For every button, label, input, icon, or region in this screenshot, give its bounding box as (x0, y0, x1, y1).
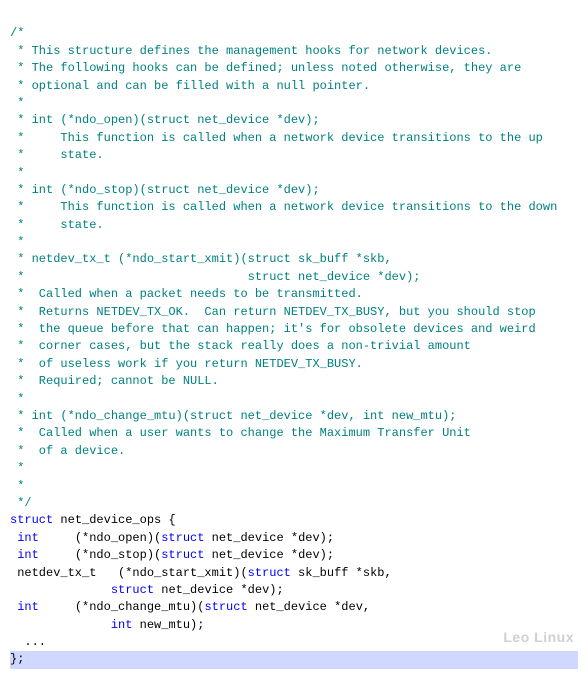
keyword-int: int (17, 600, 39, 614)
keyword-int: int (111, 618, 133, 632)
comment-line: * int (*ndo_change_mtu)(struct net_devic… (10, 409, 456, 423)
comment-open: /* (10, 26, 24, 40)
fn-xmit-arg1: sk_buff *skb, (291, 566, 392, 580)
comment-line: * optional and can be filled with a null… (10, 79, 370, 93)
comment-line: * (10, 166, 24, 180)
comment-line: * (10, 479, 24, 493)
fn-xmit-arg2: net_device *dev); (154, 583, 284, 597)
fn-xmit: netdev_tx_t (*ndo_start_xmit)( (10, 566, 248, 580)
keyword-struct: struct (10, 513, 53, 527)
comment-line: * int (*ndo_open)(struct net_device *dev… (10, 113, 320, 127)
comment-line: * Called when a user wants to change the… (10, 426, 471, 440)
comment-line: * This function is called when a network… (10, 131, 543, 145)
ellipsis: ... (10, 635, 46, 649)
comment-line: * the queue before that can happen; it's… (10, 322, 536, 336)
code-block: /* * This structure defines the manageme… (10, 8, 578, 669)
fn-mtu: (*ndo_change_mtu)( (39, 600, 205, 614)
keyword-struct: struct (111, 583, 154, 597)
comment-line: * Called when a packet needs to be trans… (10, 287, 363, 301)
comment-line: * struct net_device *dev); (10, 270, 420, 284)
comment-line: * corner cases, but the stack really doe… (10, 339, 471, 353)
comment-line: * state. (10, 218, 104, 232)
fn-open: (*ndo_open)( (39, 531, 161, 545)
comment-line: * netdev_tx_t (*ndo_start_xmit)(struct s… (10, 252, 392, 266)
comment-line: * (10, 235, 24, 249)
keyword-int: int (17, 531, 39, 545)
comment-line: * (10, 392, 24, 406)
fn-stop: (*ndo_stop)( (39, 548, 161, 562)
comment-line: * of a device. (10, 444, 125, 458)
struct-end: }; (10, 652, 24, 666)
fn-mtu-arg2: new_mtu); (132, 618, 204, 632)
fn-mtu-arg1: net_device *dev, (248, 600, 370, 614)
fn-mtu-indent (10, 618, 111, 632)
fn-open-arg: net_device *dev); (204, 531, 334, 545)
fn-stop-arg: net_device *dev); (204, 548, 334, 562)
comment-line: * This function is called when a network… (10, 200, 557, 214)
comment-line: * (10, 461, 24, 475)
comment-close: */ (10, 496, 32, 510)
comment-line: * (10, 96, 24, 110)
comment-line: * int (*ndo_stop)(struct net_device *dev… (10, 183, 320, 197)
comment-line: * This structure defines the management … (10, 44, 492, 58)
struct-decl: net_device_ops { (53, 513, 175, 527)
comment-line: * Returns NETDEV_TX_OK. Can return NETDE… (10, 305, 536, 319)
comment-line: * The following hooks can be defined; un… (10, 61, 521, 75)
keyword-struct: struct (161, 531, 204, 545)
keyword-struct: struct (204, 600, 247, 614)
comment-line: * state. (10, 148, 104, 162)
keyword-struct: struct (161, 548, 204, 562)
comment-line: * Required; cannot be NULL. (10, 374, 219, 388)
keyword-int: int (17, 548, 39, 562)
fn-xmit-indent (10, 583, 111, 597)
keyword-struct: struct (248, 566, 291, 580)
comment-line: * of useless work if you return NETDEV_T… (10, 357, 363, 371)
